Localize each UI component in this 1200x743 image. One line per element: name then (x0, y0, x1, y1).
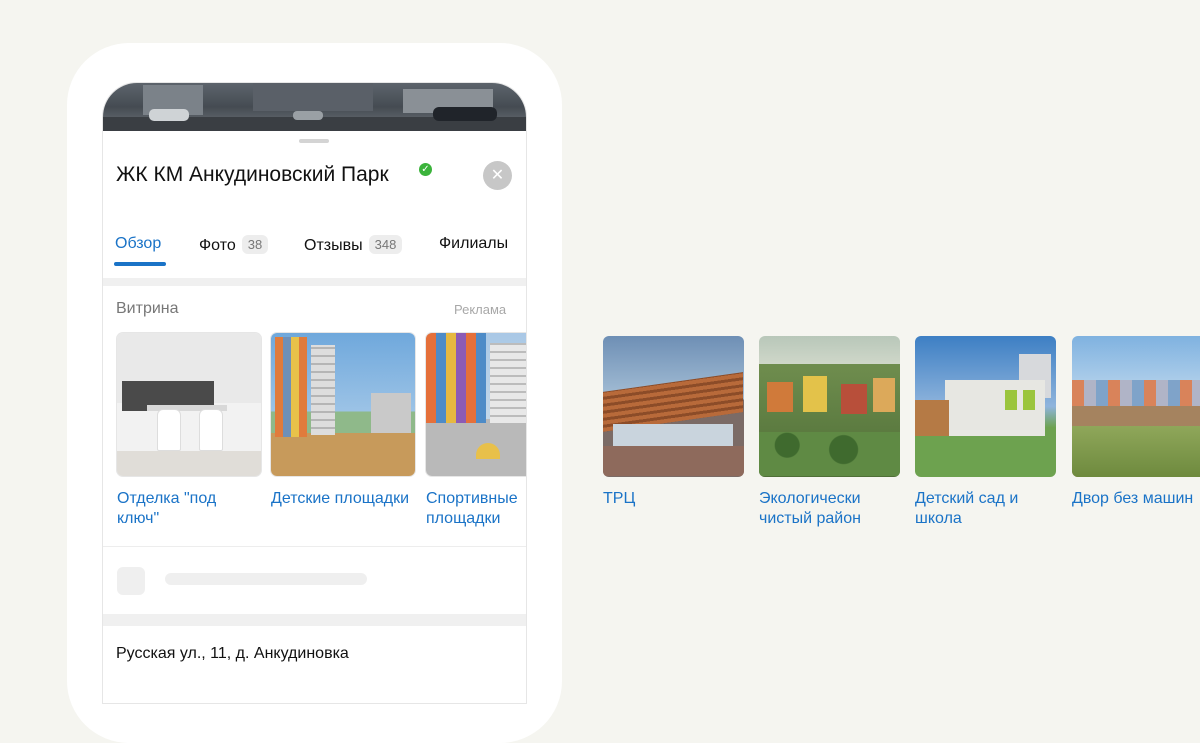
card-caption: Детский сад и школа (915, 490, 1019, 527)
place-title: ЖК КМ Анкудиновский Парк (116, 163, 389, 186)
place-address[interactable]: Русская ул., 11, д. Анкудиновка (116, 645, 349, 663)
showcase-title: Витрина (116, 300, 179, 317)
section-divider (103, 614, 526, 626)
external-card-mall[interactable]: ТРЦ (603, 336, 744, 509)
showcase-card-playgrounds[interactable]: Детские площадки (271, 333, 415, 509)
card-caption: Двор без машин (1072, 490, 1194, 507)
showcase-caption: Отделка "под ключ" (117, 490, 217, 527)
tab-bar: Обзор Фото 38 Отзывы 348 Филиалы (103, 229, 526, 275)
showcase-card-finishing[interactable]: Отделка "под ключ" (117, 333, 261, 529)
tab-label: Отзывы (304, 237, 363, 254)
place-card-screen: ЖК КМ Анкудиновский Парк ✓ ✕ Обзор Фото 3… (103, 83, 526, 703)
ad-label: Реклама (454, 302, 507, 317)
photos-count-badge: 38 (241, 235, 269, 254)
close-button[interactable]: ✕ (483, 161, 512, 190)
external-card-school[interactable]: Детский сад и школа (915, 336, 1056, 529)
section-divider (103, 278, 526, 286)
card-image (1072, 336, 1200, 477)
close-icon: ✕ (490, 167, 505, 184)
tab-branches[interactable]: Филиалы (439, 235, 508, 253)
showcase-caption: Спортивные площадки (426, 490, 518, 527)
card-image (759, 336, 900, 477)
card-caption: ТРЦ (603, 490, 636, 507)
tab-overview[interactable]: Обзор (115, 235, 161, 253)
showcase-image (117, 333, 261, 476)
showcase-caption: Детские площадки (271, 490, 410, 507)
hero-photo[interactable] (103, 83, 526, 131)
skeleton-text-placeholder (165, 573, 367, 585)
tab-reviews[interactable]: Отзывы 348 (304, 235, 403, 255)
showcase-image (271, 333, 415, 476)
tab-label: Обзор (115, 235, 162, 252)
skeleton-icon-placeholder (117, 567, 145, 595)
tab-label: Фото (199, 237, 236, 254)
tab-label: Филиалы (439, 235, 509, 252)
section-separator (103, 546, 526, 547)
card-caption: Экологически чистый район (759, 490, 861, 527)
card-image (915, 336, 1056, 477)
card-image (603, 336, 744, 477)
active-tab-indicator (114, 262, 166, 266)
external-card-eco[interactable]: Экологически чистый район (759, 336, 900, 529)
showcase-image (426, 333, 526, 476)
tab-photos[interactable]: Фото 38 (199, 235, 269, 255)
sheet-drag-handle[interactable] (299, 139, 329, 143)
reviews-count-badge: 348 (368, 235, 403, 254)
showcase-card-sports[interactable]: Спортивные площадки (426, 333, 526, 529)
external-card-yard[interactable]: Двор без машин (1072, 336, 1200, 509)
verified-check-icon: ✓ (419, 163, 432, 176)
